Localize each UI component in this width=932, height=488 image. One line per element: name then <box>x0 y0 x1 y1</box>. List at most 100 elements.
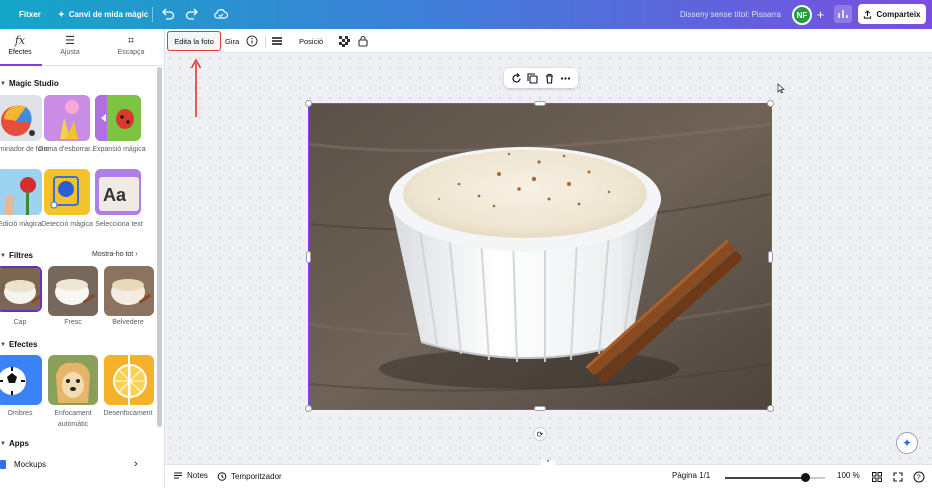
rotate-button[interactable]: Gira <box>225 33 239 49</box>
filter-none-tile[interactable] <box>0 266 42 312</box>
timer-label: Temporitzador <box>231 471 282 481</box>
panel-scrollbar[interactable] <box>157 67 162 427</box>
magic-eraser-image <box>44 95 90 141</box>
notes-label: Notes <box>187 471 208 480</box>
resize-handle[interactable] <box>534 406 546 411</box>
magic-expand-image <box>95 95 141 141</box>
help-icon[interactable]: ? <box>913 471 925 483</box>
tab-adjust[interactable]: ☰ Ajusta <box>50 33 90 56</box>
effect-shadows-image <box>0 355 42 405</box>
add-collaborator-button[interactable]: + <box>812 6 829 23</box>
cursor-icon <box>777 83 785 94</box>
resize-handle[interactable] <box>767 405 774 412</box>
effects-panel: fx Efectes ☰ Ajusta ⌗ Escapça ▼ Magic St… <box>0 29 165 488</box>
resize-handle[interactable] <box>305 100 312 107</box>
chevron-right-icon: › <box>135 251 138 258</box>
magic-resize-button[interactable]: ✦ Canvi de mida màgic <box>58 0 148 29</box>
filter-fresh-tile[interactable] <box>48 266 98 316</box>
svg-text:?: ? <box>917 475 921 482</box>
active-tab-indicator <box>0 64 42 66</box>
photo-image <box>309 104 771 409</box>
filter-label: Fresc <box>64 319 82 326</box>
cloud-sync-icon[interactable] <box>213 6 229 22</box>
sliders-icon: ☰ <box>65 35 75 47</box>
effect-autofocus-tile[interactable] <box>48 355 98 405</box>
svg-text:Aa: Aa <box>103 185 127 205</box>
show-all-label: Mostra-ho tot <box>92 251 134 258</box>
effect-blur-tile[interactable] <box>104 355 154 405</box>
zoom-slider[interactable] <box>725 473 825 482</box>
tab-adjust-label: Ajusta <box>60 49 80 56</box>
fx-icon: fx <box>14 34 26 47</box>
notes-icon <box>174 472 182 479</box>
chevron-down-icon: ▼ <box>0 341 6 348</box>
share-label: Comparteix <box>876 9 921 19</box>
grid-view-icon[interactable] <box>872 472 882 482</box>
top-bar: Fitxer ✦ Canvi de mida màgic Disseny sen… <box>0 0 932 29</box>
bg-remover-image <box>0 95 42 141</box>
duplicate-icon[interactable] <box>527 72 538 84</box>
share-button[interactable]: Comparteix <box>858 4 926 24</box>
rice-pudding-photo[interactable] <box>308 103 772 410</box>
undo-icon[interactable] <box>160 6 176 22</box>
avatar[interactable]: NF <box>792 5 812 25</box>
notes-button[interactable]: Notes <box>173 471 208 480</box>
filters-heading[interactable]: ▼ Filtres <box>0 251 33 260</box>
edit-photo-button[interactable]: Edita la foto <box>167 31 221 51</box>
zoom-slider-knob[interactable] <box>801 473 810 482</box>
chevron-right-icon: › <box>134 458 138 470</box>
magic-eraser-tile[interactable] <box>44 95 90 141</box>
grab-text-tile[interactable]: Aa <box>95 169 141 215</box>
insights-icon[interactable] <box>834 5 852 23</box>
trash-icon[interactable] <box>544 73 555 84</box>
resize-handle[interactable] <box>534 101 546 106</box>
lock-icon[interactable] <box>358 33 368 49</box>
file-menu-button[interactable]: Fitxer <box>19 0 41 29</box>
page-indicator[interactable]: Pàgina 1/1 <box>672 471 710 480</box>
magic-studio-title: Magic Studio <box>8 79 59 88</box>
resize-handle[interactable] <box>305 405 312 412</box>
magic-tool-label: Selecciona text <box>95 221 143 228</box>
chevron-down-icon: ▼ <box>0 80 6 87</box>
crown-icon: ✦ <box>58 10 65 19</box>
chevron-down-icon: ▼ <box>0 440 6 447</box>
panel-tabs: fx Efectes ☰ Ajusta ⌗ Escapça <box>0 29 165 66</box>
redo-icon[interactable] <box>184 6 200 22</box>
apps-item-mockups[interactable]: Mockups › <box>0 458 150 473</box>
filter-fresh-image <box>48 266 98 316</box>
more-icon[interactable] <box>560 73 571 84</box>
document-title[interactable]: Disseny sense títol: Pissarra <box>680 0 781 29</box>
rotate-handle-icon[interactable]: ⟳ <box>533 427 547 441</box>
info-icon[interactable] <box>246 33 258 49</box>
timer-button[interactable]: Temporitzador <box>217 471 282 481</box>
zoom-slider-fill <box>725 477 805 479</box>
transparency-icon[interactable] <box>339 33 350 49</box>
apps-title: Apps <box>8 439 29 448</box>
magic-resize-label: Canvi de mida màgic <box>68 10 149 19</box>
effect-autofocus-image <box>48 355 98 405</box>
position-button[interactable]: Posició <box>299 33 323 49</box>
bottom-bar: ^ Notes Temporitzador Pàgina 1/1 100 % ? <box>165 460 932 488</box>
magic-expand-tile[interactable] <box>95 95 141 141</box>
chevron-up-icon[interactable]: ^ <box>541 460 555 466</box>
tab-effects[interactable]: fx Efectes <box>0 33 40 56</box>
effects-heading[interactable]: ▼ Efectes <box>0 340 37 349</box>
zoom-level[interactable]: 100 % <box>837 471 860 480</box>
magic-edit-tile[interactable] <box>0 169 42 215</box>
filter-belvedere-tile[interactable] <box>104 266 154 316</box>
fullscreen-icon[interactable] <box>893 472 903 482</box>
filters-show-all-link[interactable]: Mostra-ho tot › <box>92 251 138 258</box>
tab-crop[interactable]: ⌗ Escapça <box>111 33 151 56</box>
resize-handle[interactable] <box>768 251 773 263</box>
magic-assistant-icon[interactable]: ✦ <box>896 432 918 454</box>
apps-heading[interactable]: ▼ Apps <box>0 439 29 448</box>
effect-shadows-tile[interactable] <box>0 355 42 405</box>
resize-handle[interactable] <box>306 251 311 263</box>
magic-studio-heading[interactable]: ▼ Magic Studio <box>0 79 59 88</box>
regenerate-icon[interactable] <box>511 72 522 84</box>
lines-icon[interactable] <box>271 33 283 49</box>
magic-grab-tile[interactable] <box>44 169 90 215</box>
resize-handle[interactable] <box>767 100 774 107</box>
bg-remover-tile[interactable] <box>0 95 42 141</box>
magic-tool-label: Detecció màgica <box>41 221 93 228</box>
